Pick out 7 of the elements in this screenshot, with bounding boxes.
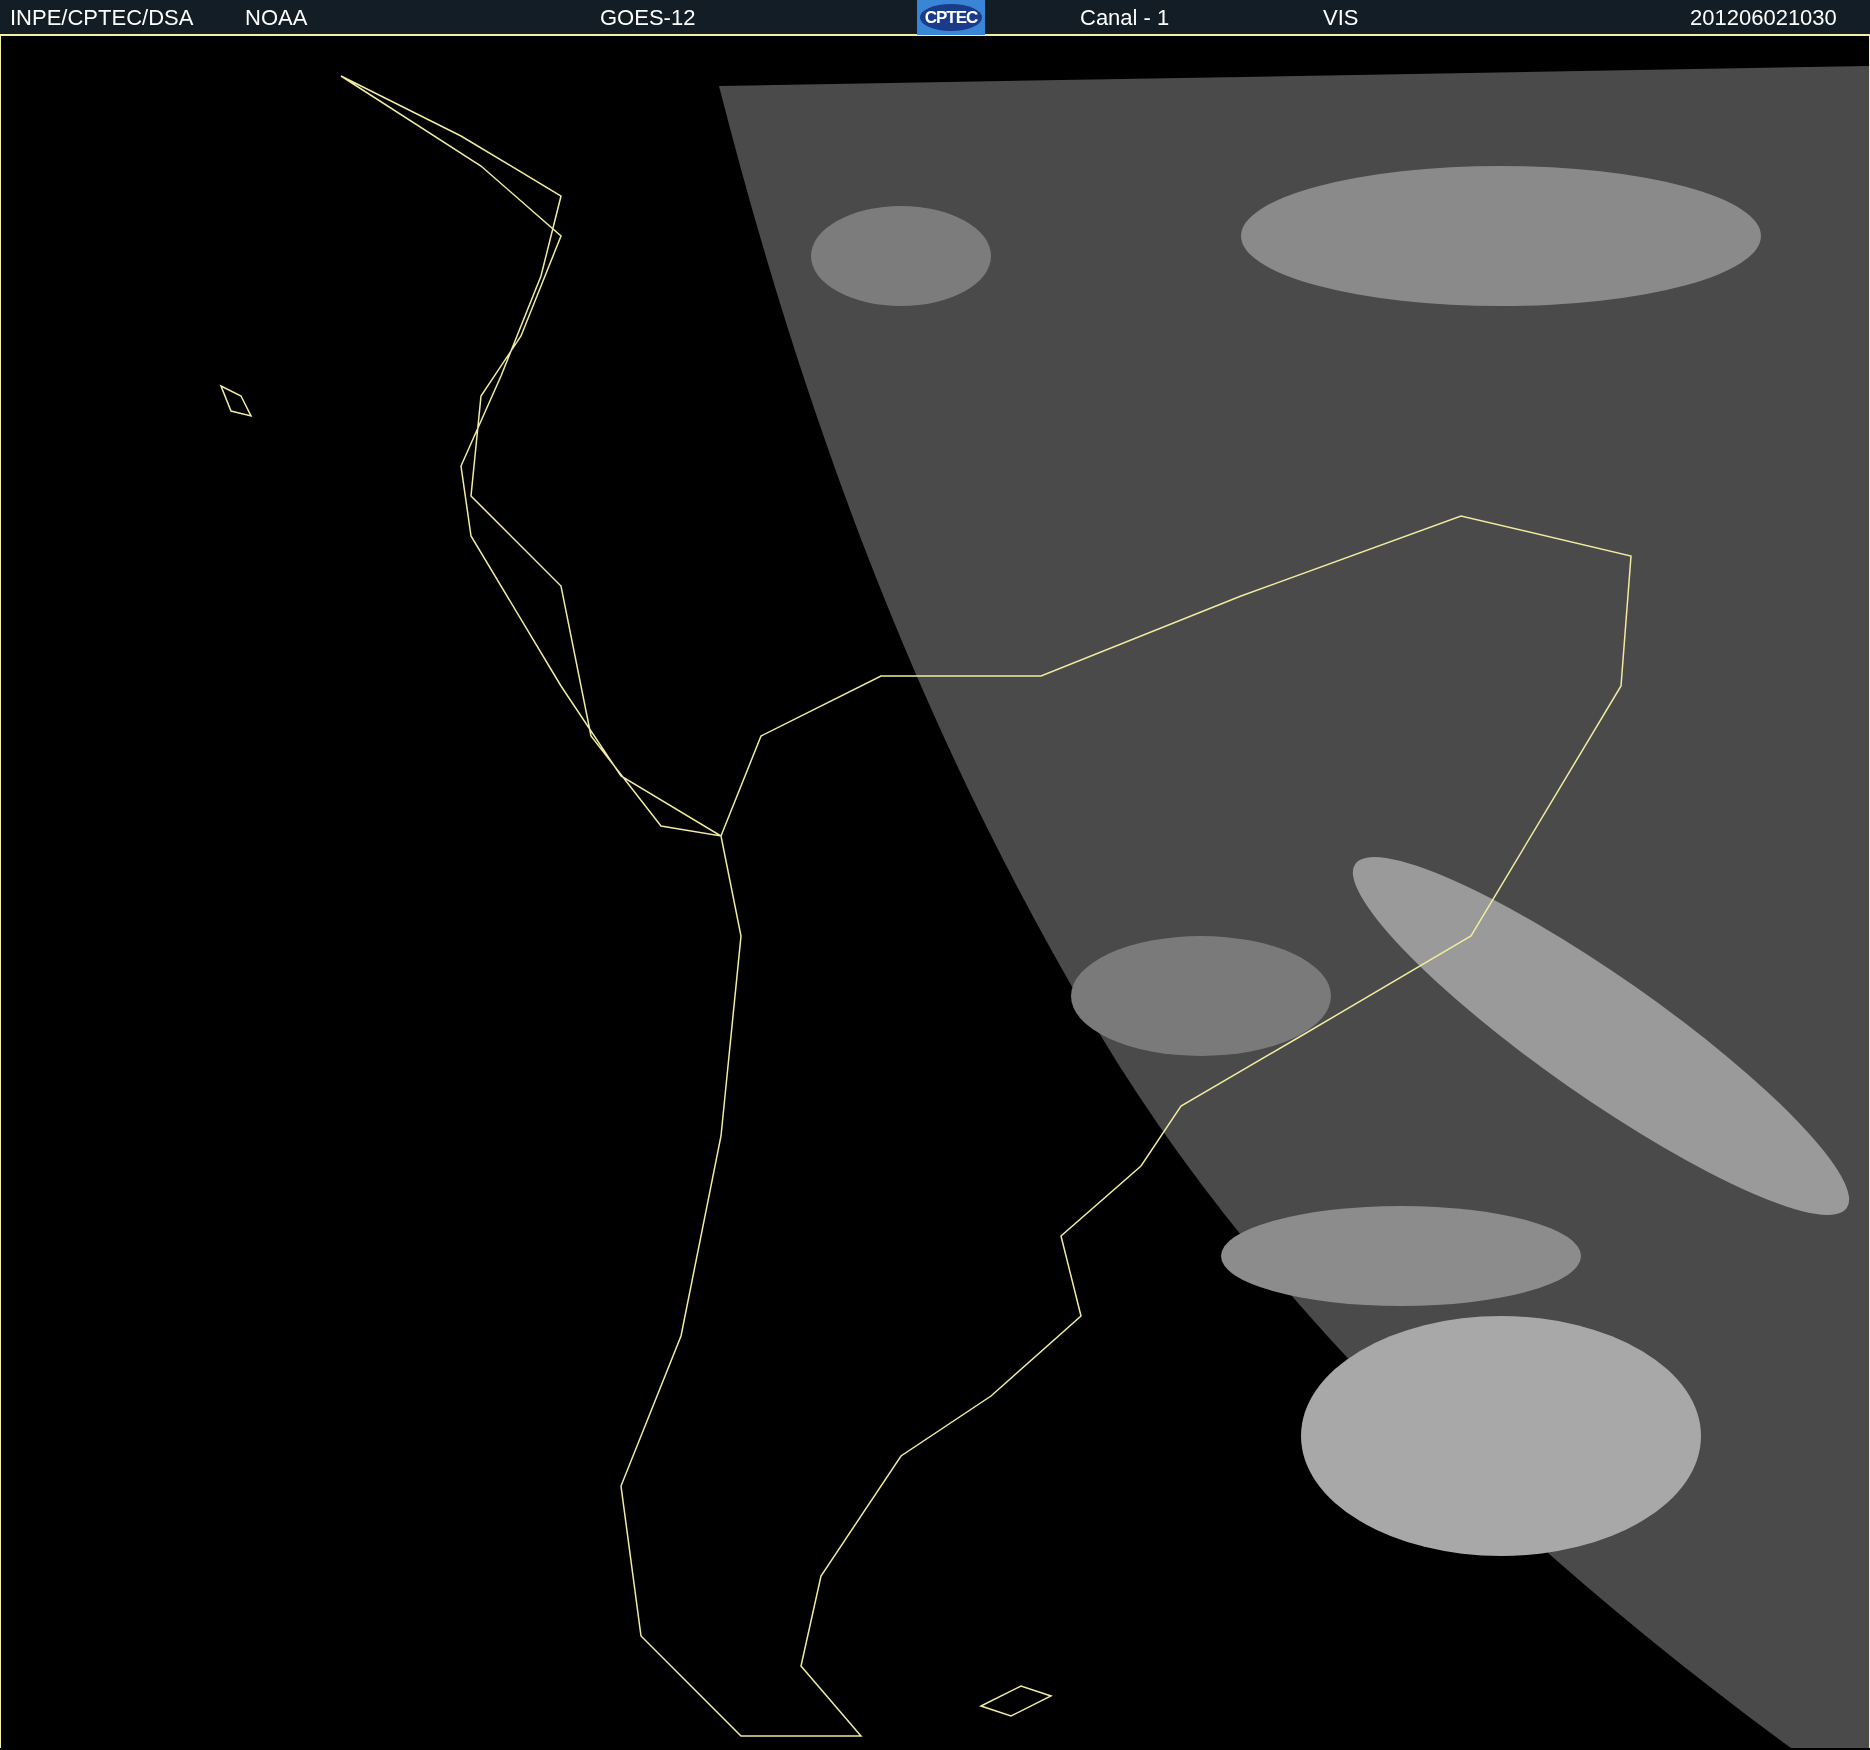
header-label: Canal - 1: [1080, 5, 1170, 31]
header-label: NOAA: [245, 5, 308, 31]
header-label: GOES-12: [600, 5, 696, 31]
header-label: 201206021030: [1690, 5, 1837, 31]
logo: CPTEC: [917, 0, 985, 35]
header-label: INPE/CPTEC/DSA: [10, 5, 194, 31]
header-label: VIS: [1323, 5, 1359, 31]
